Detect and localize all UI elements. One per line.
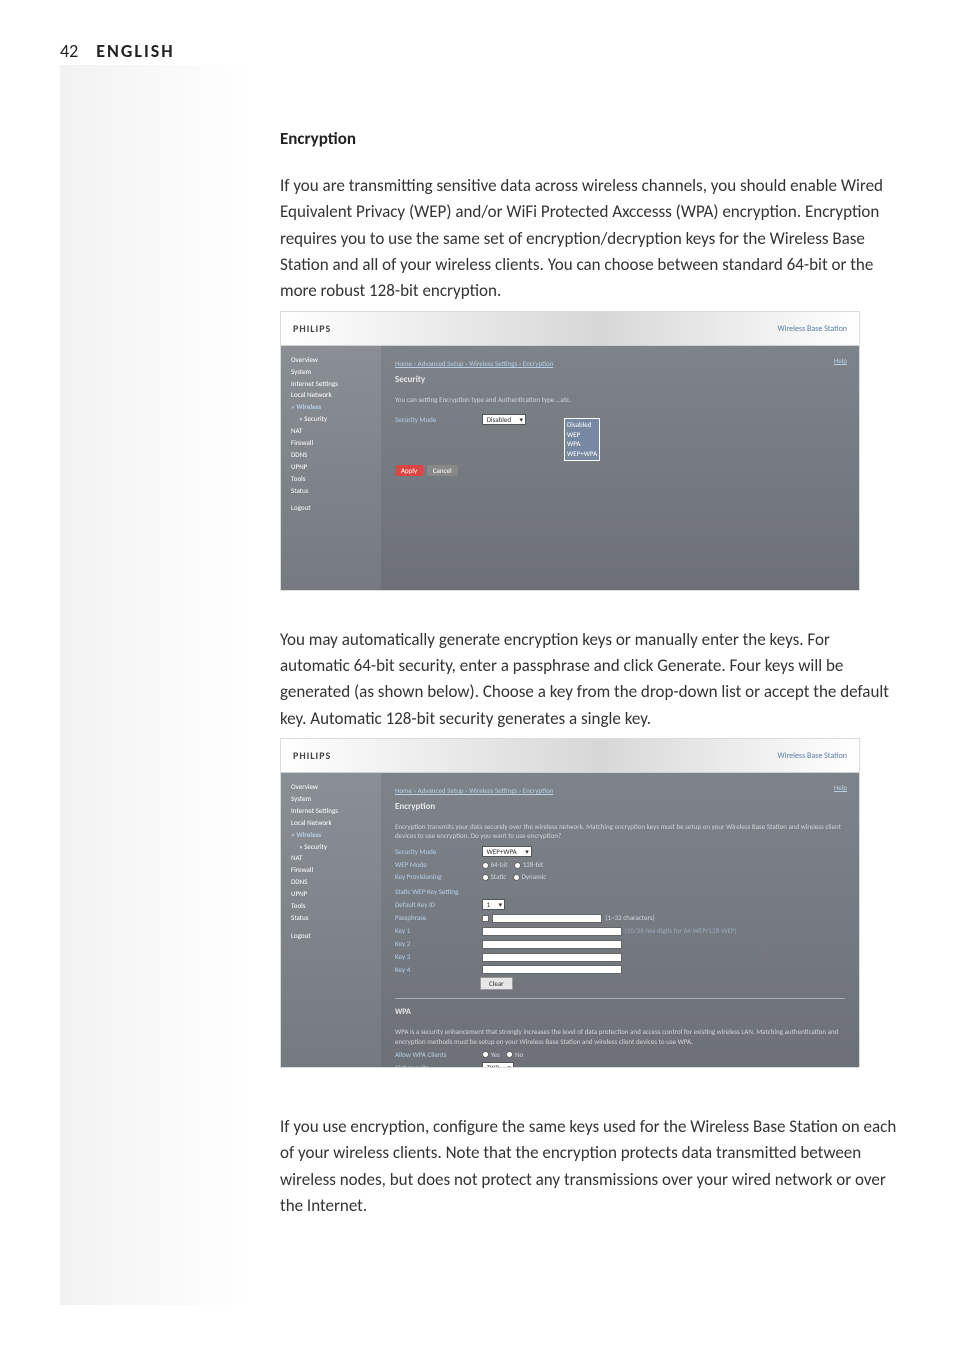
nav-item[interactable]: System bbox=[291, 366, 371, 378]
nav-item[interactable]: Internet Settings bbox=[291, 378, 371, 390]
language-heading: ENGLISH bbox=[96, 40, 174, 62]
nav-item[interactable]: NAT bbox=[291, 425, 371, 437]
panel-desc: You can setting Encryption type and Auth… bbox=[395, 395, 845, 404]
security-mode-select[interactable]: Disabled bbox=[482, 414, 526, 425]
brand-logo: PHILIPS bbox=[293, 322, 331, 335]
nav-item-security[interactable]: » Security bbox=[291, 413, 371, 425]
dropdown-option[interactable]: WPA bbox=[567, 439, 597, 449]
wep-64-radio[interactable] bbox=[482, 862, 489, 869]
allow-wpa-no-label: No bbox=[515, 1050, 523, 1059]
key-static-label: Static bbox=[491, 872, 507, 881]
passphrase-label: Passphrase bbox=[395, 913, 480, 922]
screenshot-encryption-wep-wpa: PHILIPS Wireless Base Station Overview S… bbox=[280, 738, 860, 1068]
breadcrumb[interactable]: Home › Advanced Setup › Wireless Setting… bbox=[395, 359, 553, 368]
breadcrumb[interactable]: Home › Advanced Setup › Wireless Setting… bbox=[395, 786, 553, 795]
nav-item-wireless[interactable]: » Wireless bbox=[291, 829, 371, 841]
key1-label: Key 1 bbox=[395, 926, 480, 935]
clear-button[interactable]: Clear bbox=[480, 977, 513, 990]
static-wep-heading: Static WEP Key Setting bbox=[395, 887, 845, 896]
dropdown-option[interactable]: WEP+WPA bbox=[567, 449, 597, 459]
sidebar-nav: Overview System Internet Settings Local … bbox=[281, 346, 381, 591]
nav-item-logout[interactable]: Logout bbox=[291, 502, 371, 514]
panel-desc: Encryption transmits your data securely … bbox=[395, 822, 845, 840]
security-mode-label: Security Mode bbox=[395, 847, 480, 856]
wep-mode-label: WEP Mode bbox=[395, 860, 480, 869]
wpa-desc: WPA is a security enhancement that stron… bbox=[395, 1027, 845, 1045]
allow-wpa-yes-radio[interactable] bbox=[482, 1051, 489, 1058]
cipher-select[interactable]: TKIP bbox=[482, 1062, 514, 1068]
passphrase-hint: (1~32 characters) bbox=[605, 913, 654, 922]
key4-label: Key 4 bbox=[395, 965, 480, 974]
page-number: 42 bbox=[60, 40, 78, 62]
key3-label: Key 3 bbox=[395, 952, 480, 961]
key-static-radio[interactable] bbox=[482, 874, 489, 881]
nav-item[interactable]: Tools bbox=[291, 900, 371, 912]
nav-item[interactable]: Status bbox=[291, 485, 371, 497]
nav-item[interactable]: UPNP bbox=[291, 461, 371, 473]
key-hint: (10/26 hex digits for 64-WEP/128-WEP) bbox=[625, 926, 737, 935]
nav-item[interactable]: System bbox=[291, 793, 371, 805]
allow-wpa-no-radio[interactable] bbox=[506, 1051, 513, 1058]
help-link[interactable]: Help bbox=[834, 356, 847, 365]
nav-item[interactable]: Overview bbox=[291, 781, 371, 793]
allow-wpa-label: Allow WPA Clients bbox=[395, 1050, 480, 1059]
device-name: Wireless Base Station bbox=[778, 324, 848, 334]
key2-input[interactable] bbox=[482, 940, 622, 949]
brand-logo: PHILIPS bbox=[293, 749, 331, 762]
nav-item-wireless[interactable]: » Wireless bbox=[291, 401, 371, 413]
dropdown-option[interactable]: Disabled bbox=[567, 420, 597, 430]
key-prov-label: Key Provisioning bbox=[395, 872, 480, 881]
nav-item[interactable]: Tools bbox=[291, 473, 371, 485]
key4-input[interactable] bbox=[482, 965, 622, 974]
device-name: Wireless Base Station bbox=[778, 751, 848, 761]
nav-item[interactable]: UPNP bbox=[291, 888, 371, 900]
nav-item[interactable]: Local Network bbox=[291, 389, 371, 401]
key3-input[interactable] bbox=[482, 953, 622, 962]
sidebar-nav: Overview System Internet Settings Local … bbox=[281, 773, 381, 1068]
cancel-button[interactable]: Cancel bbox=[427, 465, 458, 476]
nav-item-logout[interactable]: Logout bbox=[291, 930, 371, 942]
cipher-label: Cipher suite bbox=[395, 1063, 480, 1068]
security-mode-label: Security Mode bbox=[395, 415, 480, 424]
panel-title: Security bbox=[395, 374, 845, 385]
passphrase-input[interactable] bbox=[492, 914, 602, 923]
key1-input[interactable] bbox=[482, 927, 622, 936]
paragraph-2: You may automatically generate encryptio… bbox=[280, 627, 900, 732]
paragraph-3: If you use encryption, configure the sam… bbox=[280, 1114, 900, 1219]
nav-item[interactable]: Internet Settings bbox=[291, 805, 371, 817]
wep-64-label: 64-bit bbox=[491, 860, 508, 869]
paragraph-1: If you are transmitting sensitive data a… bbox=[280, 173, 900, 305]
help-link[interactable]: Help bbox=[834, 783, 847, 792]
default-key-label: Default Key ID bbox=[395, 900, 480, 909]
nav-item[interactable]: DDNS bbox=[291, 449, 371, 461]
security-mode-select[interactable]: WEP+WPA bbox=[482, 846, 532, 857]
apply-button[interactable]: Apply bbox=[395, 465, 423, 476]
nav-item[interactable]: Firewall bbox=[291, 437, 371, 449]
key2-label: Key 2 bbox=[395, 939, 480, 948]
section-title: Encryption bbox=[280, 128, 900, 149]
side-gradient bbox=[60, 65, 255, 1305]
nav-item-security[interactable]: » Security bbox=[291, 841, 371, 853]
screenshot-security-disabled: PHILIPS Wireless Base Station Overview S… bbox=[280, 311, 860, 591]
default-key-select[interactable]: 1 bbox=[482, 899, 506, 910]
key-dynamic-label: Dynamic bbox=[522, 872, 547, 881]
wep-128-label: 128-bit bbox=[523, 860, 543, 869]
passphrase-check[interactable] bbox=[482, 915, 489, 922]
wpa-heading: WPA bbox=[395, 1007, 845, 1017]
nav-item[interactable]: Local Network bbox=[291, 817, 371, 829]
nav-item[interactable]: NAT bbox=[291, 852, 371, 864]
wep-128-radio[interactable] bbox=[514, 862, 521, 869]
nav-item[interactable]: Firewall bbox=[291, 864, 371, 876]
panel-title: Encryption bbox=[395, 801, 845, 812]
security-mode-dropdown[interactable]: Disabled WEP WPA WEP+WPA bbox=[564, 418, 600, 461]
nav-item[interactable]: Overview bbox=[291, 354, 371, 366]
allow-wpa-yes-label: Yes bbox=[491, 1050, 500, 1059]
key-dynamic-radio[interactable] bbox=[513, 874, 520, 881]
dropdown-option[interactable]: WEP bbox=[567, 430, 597, 440]
nav-item[interactable]: Status bbox=[291, 912, 371, 924]
nav-item[interactable]: DDNS bbox=[291, 876, 371, 888]
